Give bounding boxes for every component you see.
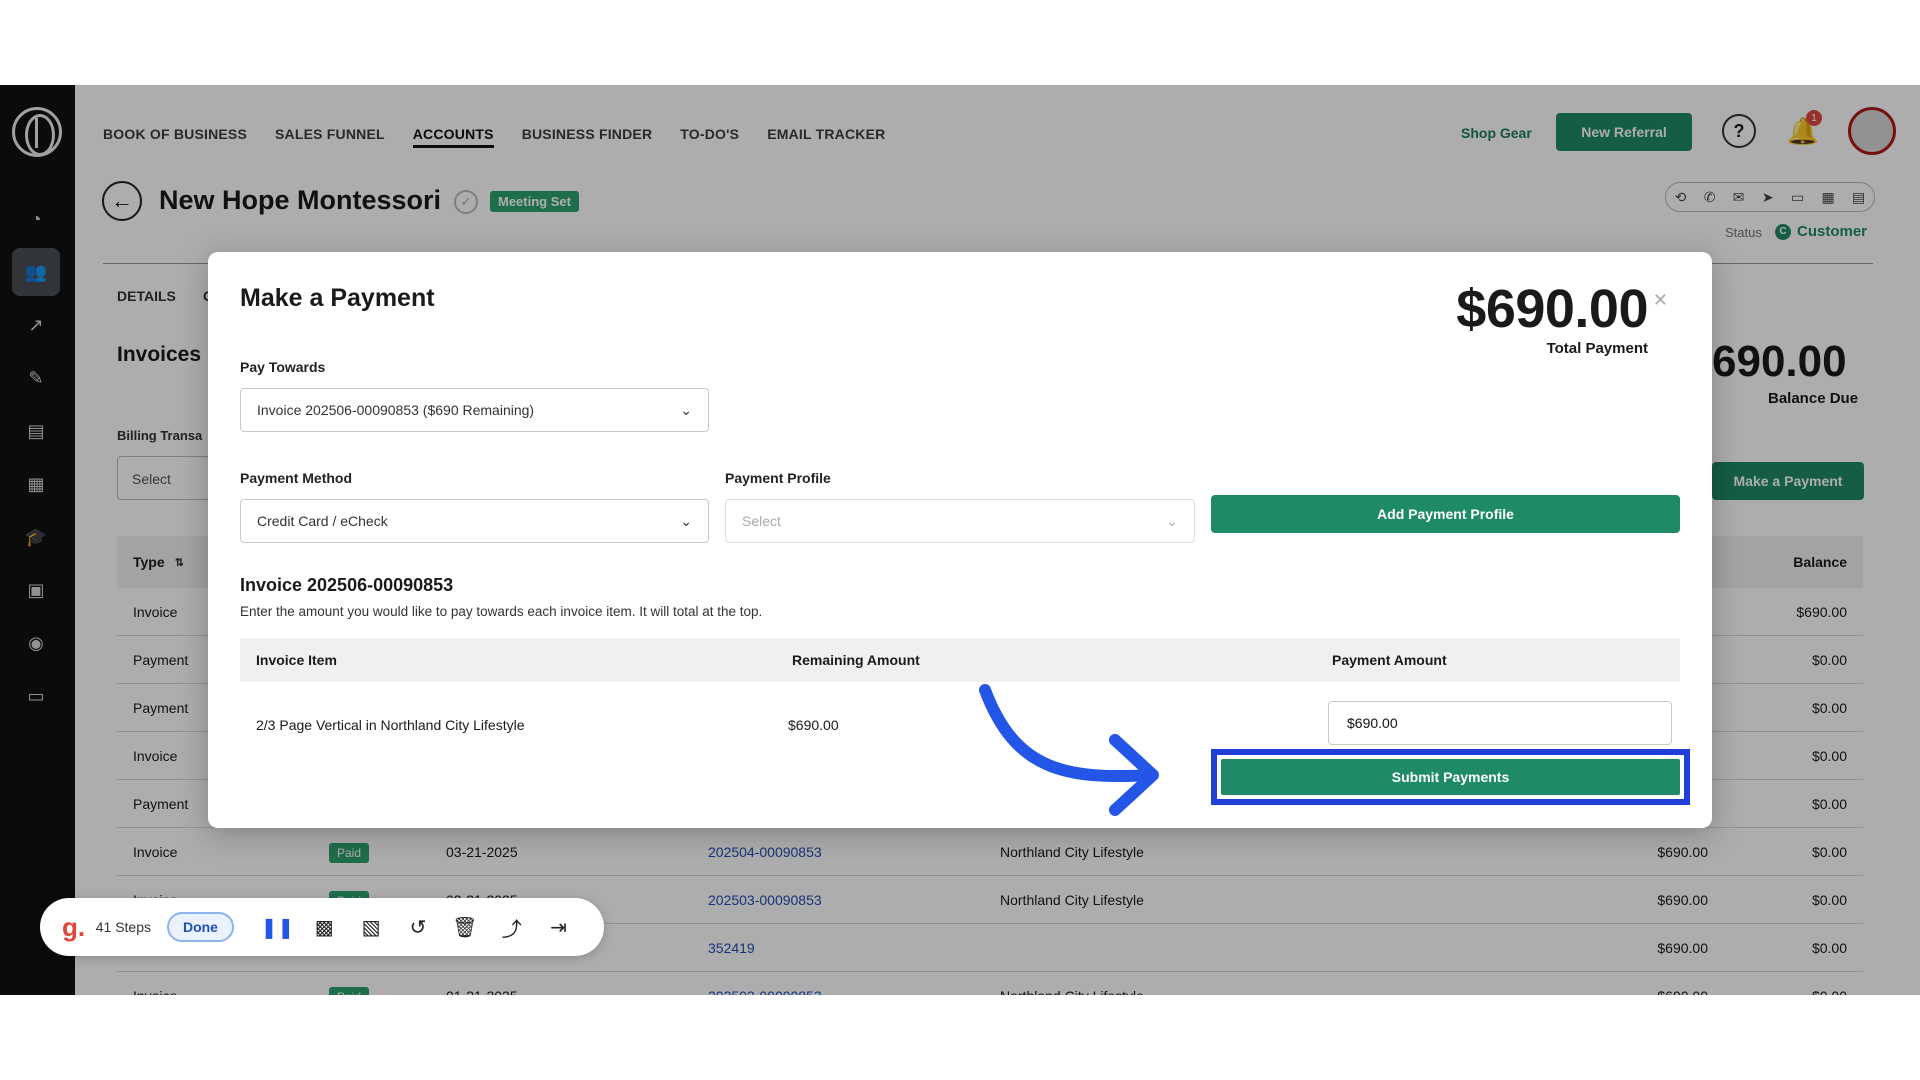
blur-icon[interactable]: ▩ (301, 915, 348, 940)
payment-amount-header: Payment Amount (1332, 652, 1447, 668)
add-payment-profile-button[interactable]: Add Payment Profile (1211, 495, 1680, 533)
submit-payments-button[interactable]: Submit Payments (1221, 759, 1680, 795)
remaining-amount-value: $690.00 (788, 717, 839, 733)
pay-towards-label: Pay Towards (240, 359, 326, 375)
upload-icon[interactable]: ⤴ (488, 913, 535, 942)
close-icon[interactable]: ✕ (1653, 290, 1668, 311)
invoice-title: Invoice 202506-00090853 (240, 575, 454, 595)
chevron-down-icon: ⌄ (680, 512, 692, 529)
skip-icon[interactable]: ⇥ (535, 915, 582, 940)
recorder-toolbar: g. 41 Steps Done ❚❚ ▩ ▧ ↺ 🗑 ⤴ ⇥ (40, 898, 604, 956)
payment-profile-label: Payment Profile (725, 470, 831, 486)
payment-method-select[interactable]: Credit Card / eCheck ⌄ (240, 499, 709, 543)
invoice-description: Enter the amount you would like to pay t… (240, 604, 763, 619)
guide-arrow-icon (979, 684, 1159, 816)
image-icon[interactable]: ▧ (348, 915, 395, 940)
payment-profile-select[interactable]: Select ⌄ (725, 499, 1195, 543)
chevron-down-icon: ⌄ (1166, 512, 1178, 529)
app-frame: ◔ 👥 ↗ ✎ ▤ ▦ 🎓 ▣ ◉ ▭ BOOK OF BUSINESS SAL… (0, 85, 1920, 995)
payment-amount-input[interactable] (1328, 701, 1672, 745)
invoice-item-name: 2/3 Page Vertical in Northland City Life… (256, 717, 525, 733)
modal-title: Make a Payment (240, 284, 435, 312)
payment-method-label: Payment Method (240, 470, 353, 486)
done-button[interactable]: Done (166, 912, 234, 942)
recorder-logo-icon: g. (62, 911, 86, 942)
trash-icon[interactable]: 🗑 (441, 915, 488, 940)
chevron-down-icon: ⌄ (680, 401, 692, 418)
total-payment-label: Total Payment (1546, 340, 1648, 357)
invoice-item-header: Invoice Item (256, 652, 337, 668)
pay-towards-select[interactable]: Invoice 202506-00090853 ($690 Remaining)… (240, 388, 709, 432)
invoice-items-header: Invoice Item Remaining Amount Payment Am… (240, 638, 1680, 682)
remaining-amount-header: Remaining Amount (792, 652, 920, 668)
payment-profile-placeholder: Select (742, 513, 781, 529)
step-count: 41 Steps (95, 919, 151, 935)
pay-towards-value: Invoice 202506-00090853 ($690 Remaining) (257, 402, 535, 418)
pause-icon[interactable]: ❚❚ (254, 915, 301, 940)
submit-highlight: Submit Payments (1211, 749, 1690, 805)
total-payment-amount: $690.00 (1456, 279, 1648, 339)
payment-method-value: Credit Card / eCheck (257, 513, 388, 529)
make-payment-modal: Make a Payment $690.00 Total Payment ✕ P… (208, 252, 1712, 828)
undo-icon[interactable]: ↺ (395, 915, 442, 940)
